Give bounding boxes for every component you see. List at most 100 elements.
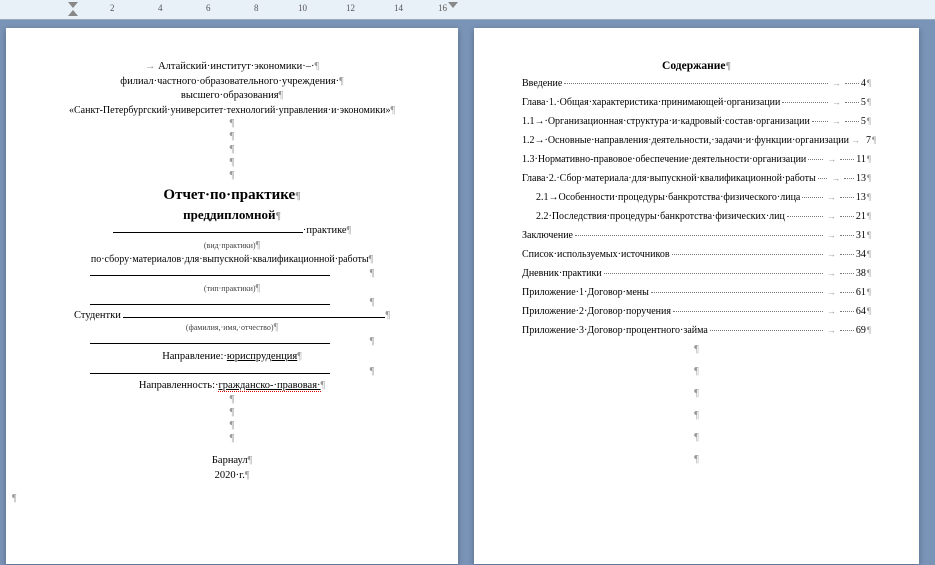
- blank-paragraph: [54, 157, 410, 170]
- toc-entry[interactable]: Заключение → 31: [522, 230, 871, 241]
- toc-entry-text: Дневник·практики: [522, 268, 602, 279]
- toc-entry-page: 7: [866, 135, 871, 146]
- page-1-title[interactable]: Алтайский·институт·экономики·–· филиал·ч…: [6, 28, 458, 564]
- tab-arrow-icon: →: [827, 249, 836, 259]
- tab-arrow-icon: →: [827, 325, 836, 335]
- underline-row: [54, 335, 410, 350]
- hanging-indent-marker[interactable]: [68, 10, 78, 16]
- institute-line-3: высшего·образования: [54, 89, 410, 104]
- toc-entry[interactable]: Глава·2.·Сбор·материала·для·выпускной·кв…: [522, 173, 871, 184]
- toc-entry[interactable]: Приложение·2·Договор·поручения→64: [522, 306, 871, 317]
- tab-arrow-icon: →: [832, 78, 841, 88]
- ruler-number: 10: [298, 3, 307, 13]
- toc-entry-page: 21: [856, 211, 866, 222]
- toc-entry-page: 13: [856, 192, 866, 203]
- toc-entry-text: 2.2·Последствия·процедуры·банкротства·фи…: [536, 211, 785, 222]
- blank-paragraph: [54, 170, 410, 183]
- toc-entry-text: 1.3·Нормативно-правовое·обеспечение·деят…: [522, 154, 806, 165]
- tab-arrow-icon: →: [827, 306, 836, 316]
- tab-arrow-icon: →: [832, 97, 841, 107]
- caption-type: (тип·практики): [54, 282, 410, 296]
- underline-row: [54, 365, 410, 380]
- blank-paragraph: [54, 407, 410, 420]
- toc-entry[interactable]: Введение → 4: [522, 78, 871, 89]
- horizontal-ruler[interactable]: 2 4 6 8 10 12 14 16: [0, 0, 935, 20]
- institute-line-1: Алтайский·институт·экономики·–·: [54, 60, 410, 75]
- tab-arrow-icon: →: [827, 287, 836, 297]
- tab-arrow-icon: →: [851, 135, 860, 145]
- tab-arrow-icon: →: [831, 173, 840, 183]
- toc-entry-text: 1.1→·Организационная·структура·и·кадровы…: [522, 116, 810, 127]
- margin-pilcrow: ¶: [12, 493, 17, 504]
- blank-paragraph: [522, 344, 871, 366]
- toc-list: Введение → 4 Глава·1.·Общая·характеристика·…: [522, 78, 871, 336]
- tab-arrow-icon: →: [827, 268, 836, 278]
- ruler-number: 8: [254, 3, 259, 13]
- toc-heading: Содержание: [522, 60, 871, 72]
- caption-name: (фамилия,·имя,·отчество): [54, 321, 410, 335]
- toc-entry[interactable]: Глава·1.·Общая·характеристика·принимающе…: [522, 97, 871, 108]
- profile-row: Направленность:·гражданско-·правовая·: [54, 379, 410, 394]
- right-indent-marker[interactable]: [448, 2, 458, 8]
- toc-entry-page: 5: [861, 116, 866, 127]
- purpose-line: по·сбору·материалов·для·выпускной·квалиф…: [54, 253, 410, 267]
- blank-paragraph: [54, 420, 410, 433]
- toc-entry-page: 34: [856, 249, 866, 260]
- toc-entry-text: Приложение·2·Договор·поручения: [522, 306, 671, 317]
- underline-row: [54, 296, 410, 311]
- year-line: 2020·г.: [54, 469, 410, 484]
- direction-label: Направление:·: [162, 351, 227, 362]
- tab-arrow-icon: →: [827, 211, 836, 221]
- report-title: Отчет·по·практике: [54, 185, 410, 206]
- tab-arrow-icon: →: [832, 116, 841, 126]
- toc-entry[interactable]: 1.3·Нормативно-правовое·обеспечение·деят…: [522, 154, 871, 165]
- toc-entry-page: 69: [856, 325, 866, 336]
- page-2-toc[interactable]: Содержание Введение → 4 Глава·1.·Общая·хара…: [474, 28, 919, 564]
- institute-line-4: «Санкт-Петербургский·университет·техноло…: [54, 104, 410, 118]
- toc-entry-text: Заключение: [522, 230, 573, 241]
- profile-value: гражданско-·правовая·: [218, 380, 320, 392]
- toc-entry[interactable]: Приложение·3·Договор·процентного·займа→6…: [522, 325, 871, 336]
- blank-paragraph: [522, 366, 871, 388]
- document-workspace: Алтайский·институт·экономики·–· филиал·ч…: [0, 20, 935, 565]
- institute-line-2: филиал·частного·образовательного·учрежде…: [54, 75, 410, 90]
- toc-entry-page: 61: [856, 287, 866, 298]
- toc-entry-page: 11: [856, 154, 866, 165]
- ruler-number: 4: [158, 3, 163, 13]
- toc-entry[interactable]: 1.2→·Основные·направления·деятельности,·…: [522, 135, 871, 146]
- tab-arrow-icon: →: [827, 154, 836, 164]
- tab-arrow-icon: →: [827, 192, 836, 202]
- direction-value: юриспруденция: [227, 351, 297, 362]
- toc-entry-page: 4: [861, 78, 866, 89]
- blank-paragraph: [522, 410, 871, 432]
- profile-label: Направленность:·: [139, 380, 219, 391]
- blank-paragraph: [54, 144, 410, 157]
- toc-entry[interactable]: Дневник·практики → 38: [522, 268, 871, 279]
- blank-paragraph: [522, 432, 871, 454]
- ruler-number: 16: [438, 3, 447, 13]
- first-line-indent-marker[interactable]: [68, 2, 78, 8]
- toc-entry[interactable]: 2.2·Последствия·процедуры·банкротства·фи…: [522, 211, 871, 222]
- toc-entry[interactable]: Список·используемых·источников→34: [522, 249, 871, 260]
- practice-kind-row: ·практике: [54, 224, 410, 239]
- toc-entry-text: Глава·1.·Общая·характеристика·принимающе…: [522, 97, 780, 108]
- toc-entry[interactable]: 2.1→Особенности·процедуры·банкротства·фи…: [522, 192, 871, 203]
- ruler-number: 14: [394, 3, 403, 13]
- toc-entry[interactable]: 1.1→·Организационная·структура·и·кадровы…: [522, 116, 871, 127]
- report-subtitle: преддипломной: [54, 206, 410, 224]
- student-row: Студентки: [74, 310, 390, 321]
- blank-paragraph: [54, 433, 410, 446]
- blank-paragraph: [522, 454, 871, 476]
- toc-entry-page: 38: [856, 268, 866, 279]
- toc-entry[interactable]: Приложение·1·Договор·мены→61: [522, 287, 871, 298]
- direction-row: Направление:·юриспруденция: [54, 350, 410, 365]
- caption-kind: (вид·практики): [54, 239, 410, 253]
- toc-entry-page: 13: [856, 173, 866, 184]
- blank-paragraph: [54, 394, 410, 407]
- toc-entry-text: 1.2→·Основные·направления·деятельности,·…: [522, 135, 849, 146]
- toc-entry-page: 31: [856, 230, 866, 241]
- tab-arrow-icon: →: [827, 230, 836, 240]
- toc-entry-text: Введение: [522, 78, 562, 89]
- blank-paragraph: [54, 118, 410, 131]
- blank-paragraph: [54, 131, 410, 144]
